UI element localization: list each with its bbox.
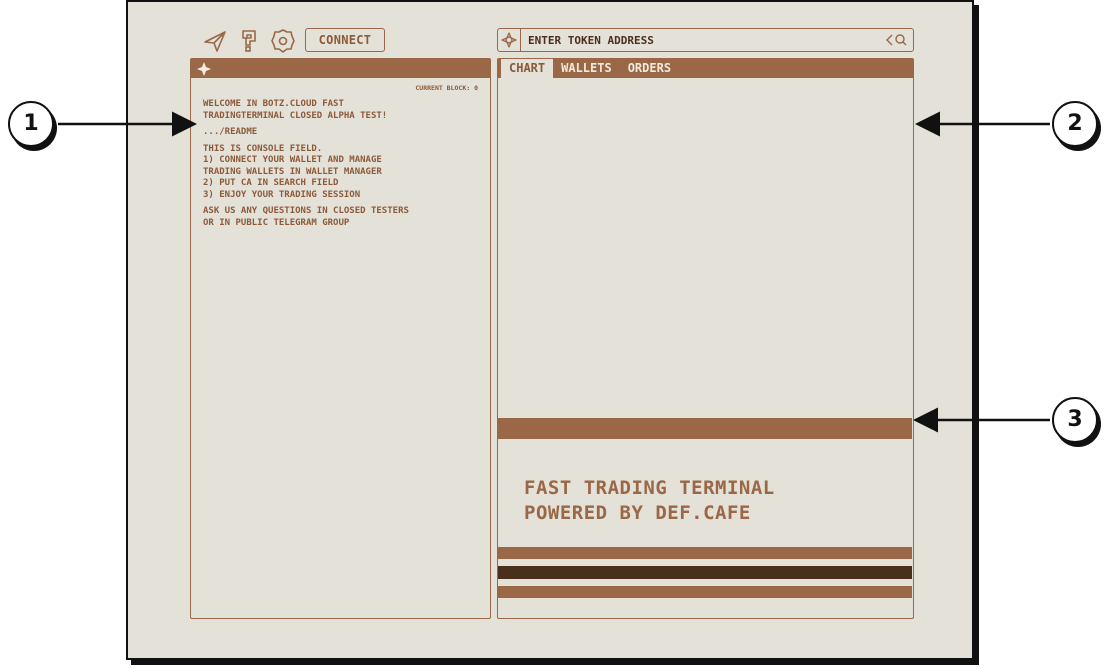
callout-1: 1 [8, 101, 54, 147]
callout-arrows [58, 111, 1050, 433]
callout-3: 3 [1052, 397, 1098, 443]
callout-2: 2 [1052, 101, 1098, 147]
